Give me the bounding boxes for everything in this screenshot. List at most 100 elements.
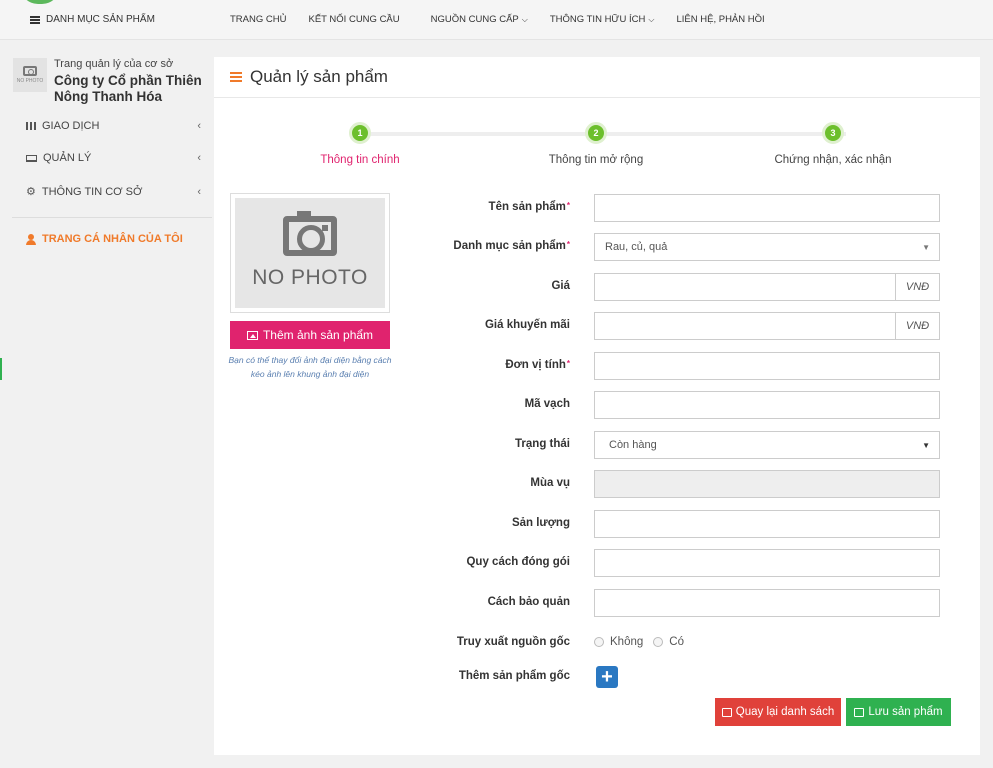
step-3-dot[interactable]: 3	[822, 122, 844, 144]
storage-label: Cách bảo quản	[487, 596, 570, 608]
step-3-label[interactable]: Chứng nhận, xác nhận	[733, 154, 933, 166]
category-label: Danh mục sản phẩm*	[453, 240, 570, 252]
scroll-indicator	[0, 358, 2, 380]
add-product-image-label: Thêm ảnh sản phẩm	[262, 328, 374, 342]
chevron-left-icon: ‹	[197, 185, 201, 198]
user-icon	[26, 233, 36, 245]
packing-label: Quy cách đóng gói	[466, 556, 570, 568]
product-management-panel: Quản lý sản phẩm 1 2 3 Thông tin chính T…	[214, 57, 980, 755]
category-select[interactable]: Rau, củ, quả ▼	[594, 233, 940, 261]
sidebar-item-management[interactable]: QUẢN LÝ ‹	[26, 152, 201, 164]
price-label: Giá	[551, 280, 570, 292]
main-menu: TRANG CHỦ KẾT NỐI CUNG CẦU NGUỒN CUNG CẤ…	[230, 14, 765, 25]
output-input[interactable]	[594, 510, 940, 538]
sidebar-item-my-profile[interactable]: TRANG CÁ NHÂN CỦA TÔI	[26, 233, 201, 245]
chevron-left-icon: ‹	[197, 152, 201, 164]
chevron-down-icon: ▼	[922, 440, 930, 450]
company-name[interactable]: Công ty Cổ phần Thiên Nông Thanh Hóa	[54, 73, 204, 105]
step-number: 3	[830, 128, 836, 138]
floppy-disk-icon	[854, 707, 865, 717]
menu-item-supply-demand[interactable]: KẾT NỐI CUNG CẦU	[308, 14, 399, 25]
season-label: Mùa vụ	[530, 477, 570, 489]
status-label: Trạng thái	[515, 438, 570, 450]
chevron-down-icon: ▼	[922, 242, 930, 252]
sidebar-item-label: QUẢN LÝ	[43, 152, 92, 164]
category-menu-button[interactable]: DANH MỤC SẢN PHẨM	[30, 14, 155, 25]
laptop-icon	[26, 154, 37, 162]
price-input[interactable]: VNĐ	[594, 273, 940, 301]
menu-item-useful-info[interactable]: THÔNG TIN HỮU ÍCH ⌵	[550, 14, 655, 25]
step-number: 1	[357, 128, 363, 138]
sidebar-item-business-info[interactable]: ⚙ THÔNG TIN CƠ SỞ ‹	[26, 185, 201, 199]
menu-item-sources[interactable]: NGUỒN CUNG CẤP ⌵	[431, 14, 528, 25]
status-select[interactable]: Còn hàng ▼	[594, 431, 940, 459]
sale-price-currency-addon: VNĐ	[895, 313, 939, 339]
profile-subtitle: Trang quản lý của cơ sở	[54, 58, 174, 70]
list-icon	[30, 15, 40, 24]
add-product-image-button[interactable]: Thêm ảnh sản phẩm	[230, 321, 390, 349]
save-product-button[interactable]: Lưu sản phẩm	[846, 698, 951, 726]
barcode-input[interactable]	[594, 391, 940, 419]
sidebar-divider	[12, 217, 212, 218]
step-1-label[interactable]: Thông tin chính	[260, 154, 460, 166]
no-photo-text: NO PHOTO	[252, 266, 368, 289]
chevron-down-icon: ⌵	[648, 15, 655, 24]
traceability-yes-radio[interactable]	[653, 637, 664, 647]
barcode-label: Mã vạch	[524, 398, 570, 410]
traceability-yes-label[interactable]: Có	[669, 636, 684, 648]
menu-item-label: NGUỒN CUNG CẤP	[430, 14, 519, 25]
back-to-list-label: Quay lại danh sách	[735, 706, 835, 718]
price-currency-addon: VNĐ	[895, 274, 939, 300]
camera-icon	[23, 66, 37, 76]
product-image-placeholder: NO PHOTO	[235, 198, 385, 308]
traceability-no-label[interactable]: Không	[610, 636, 643, 648]
chevron-left-icon: ‹	[197, 120, 201, 132]
sale-price-label: Giá khuyến mãi	[484, 319, 570, 331]
category-menu-label: DANH MỤC SẢN PHẨM	[46, 14, 155, 25]
menu-item-label: KẾT NỐI CUNG CẦU	[308, 14, 400, 25]
sidebar-item-label: TRANG CÁ NHÂN CỦA TÔI	[42, 233, 183, 245]
menu-item-home[interactable]: TRANG CHỦ	[230, 14, 286, 25]
menu-item-label: TRANG CHỦ	[230, 14, 287, 25]
back-to-list-button[interactable]: Quay lại danh sách	[715, 698, 841, 726]
output-label: Sản lượng	[511, 517, 570, 529]
sidebar-item-label: GIAO DỊCH	[42, 120, 100, 132]
traceability-label: Truy xuất nguồn gốc	[456, 636, 570, 648]
product-name-input[interactable]	[594, 194, 940, 222]
traceability-no-radio[interactable]	[594, 637, 604, 647]
image-help-text: Bạn có thể thay đổi ảnh đại diện bằng cá…	[228, 355, 392, 379]
packing-input[interactable]	[594, 549, 940, 577]
step-1-dot[interactable]: 1	[349, 122, 371, 144]
menu-item-contact[interactable]: LIÊN HỆ, PHẢN HỒI	[677, 14, 765, 25]
hamburger-icon	[230, 72, 242, 82]
cogs-icon: ⚙	[26, 186, 36, 198]
share-square-icon	[721, 707, 732, 717]
grid-icon	[26, 122, 36, 130]
logo[interactable]	[20, 0, 60, 4]
product-image-dropzone[interactable]: NO PHOTO	[230, 193, 390, 313]
product-name-label: Tên sản phẩm*	[488, 201, 570, 213]
add-origin-product-button[interactable]: +	[596, 666, 618, 688]
origin-product-label: Thêm sản phẩm gốc	[458, 670, 570, 682]
avatar-placeholder-text: NO PHOTO	[16, 78, 44, 84]
sidebar: NO PHOTO Trang quản lý của cơ sở Công ty…	[0, 40, 212, 768]
page-title: Quản lý sản phẩm	[250, 67, 388, 86]
camera-icon	[283, 211, 337, 256]
step-2-dot[interactable]: 2	[585, 122, 607, 144]
menu-item-label: THÔNG TIN HỮU ÍCH	[549, 14, 646, 25]
chevron-down-icon: ⌵	[521, 15, 528, 24]
panel-header: Quản lý sản phẩm	[214, 57, 980, 98]
traceability-radio-group: Không Có	[594, 636, 684, 648]
unit-input[interactable]	[594, 352, 940, 380]
menu-item-label: LIÊN HỆ, PHẢN HỒI	[676, 14, 765, 25]
sidebar-item-transactions[interactable]: GIAO DỊCH ‹	[26, 120, 201, 132]
sale-price-input[interactable]: VNĐ	[594, 312, 940, 340]
season-input	[594, 470, 940, 498]
plus-icon: +	[601, 666, 613, 688]
unit-label: Đơn vị tính*	[505, 359, 570, 371]
top-navbar: DANH MỤC SẢN PHẨM TRANG CHỦ KẾT NỐI CUNG…	[0, 0, 993, 40]
picture-icon	[246, 330, 258, 340]
sidebar-item-label: THÔNG TIN CƠ SỞ	[41, 185, 143, 198]
step-2-label[interactable]: Thông tin mở rộng	[496, 154, 696, 166]
storage-input[interactable]	[594, 589, 940, 617]
